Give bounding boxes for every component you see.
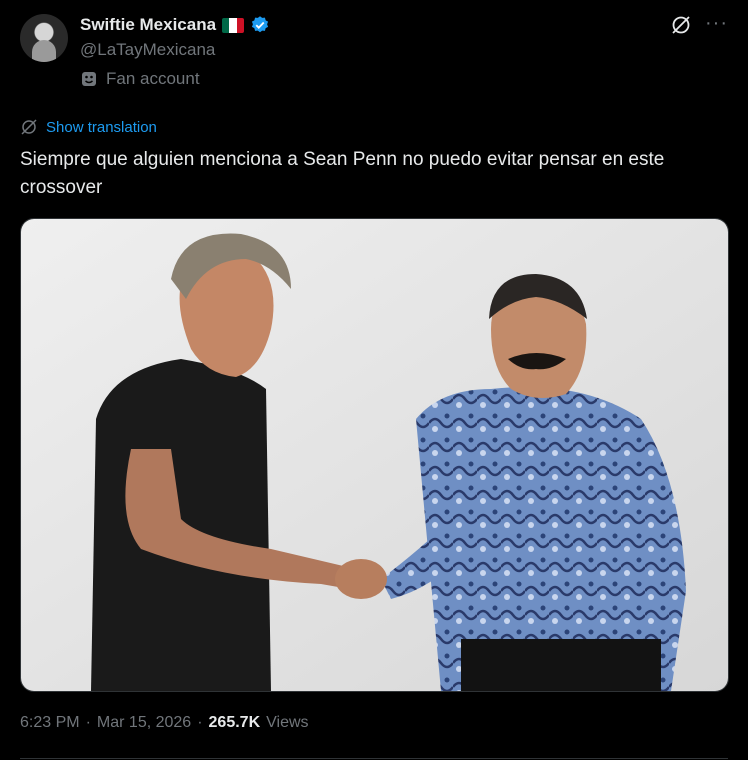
more-options-button[interactable]: ··· [705,12,728,34]
author-display-name[interactable]: Swiftie Mexicana [80,15,216,35]
avatar[interactable] [20,14,68,62]
mexico-flag-icon [222,17,245,33]
views-label: Views [266,714,309,731]
affiliate-label[interactable]: Fan account [80,69,200,89]
show-translation-link[interactable]: Show translation [20,118,157,136]
tweet-meta: 6:23 PM · Mar 15, 2026 · 265.7K Views [20,714,309,732]
tweet-time[interactable]: 6:23 PM [20,714,80,732]
divider [20,758,728,759]
author-handle[interactable]: @LaTayMexicana [80,40,215,60]
meta-separator: · [197,714,203,731]
verified-badge-icon [251,16,269,33]
tweet-date[interactable]: Mar 15, 2026 [97,714,191,732]
tweet-text: Siempre que alguien menciona a Sean Penn… [20,149,665,198]
meta-separator: · [85,714,91,731]
grok-translate-icon [21,119,37,135]
author-name-row: Swiftie Mexicana [80,13,270,37]
tweet-photo[interactable] [20,218,729,692]
views-count: 265.7K [208,714,261,731]
affiliate-label-text: Fan account [106,69,200,88]
show-translation-label: Show translation [46,118,157,136]
theater-masks-icon [82,72,96,86]
grok-icon[interactable] [670,14,692,36]
